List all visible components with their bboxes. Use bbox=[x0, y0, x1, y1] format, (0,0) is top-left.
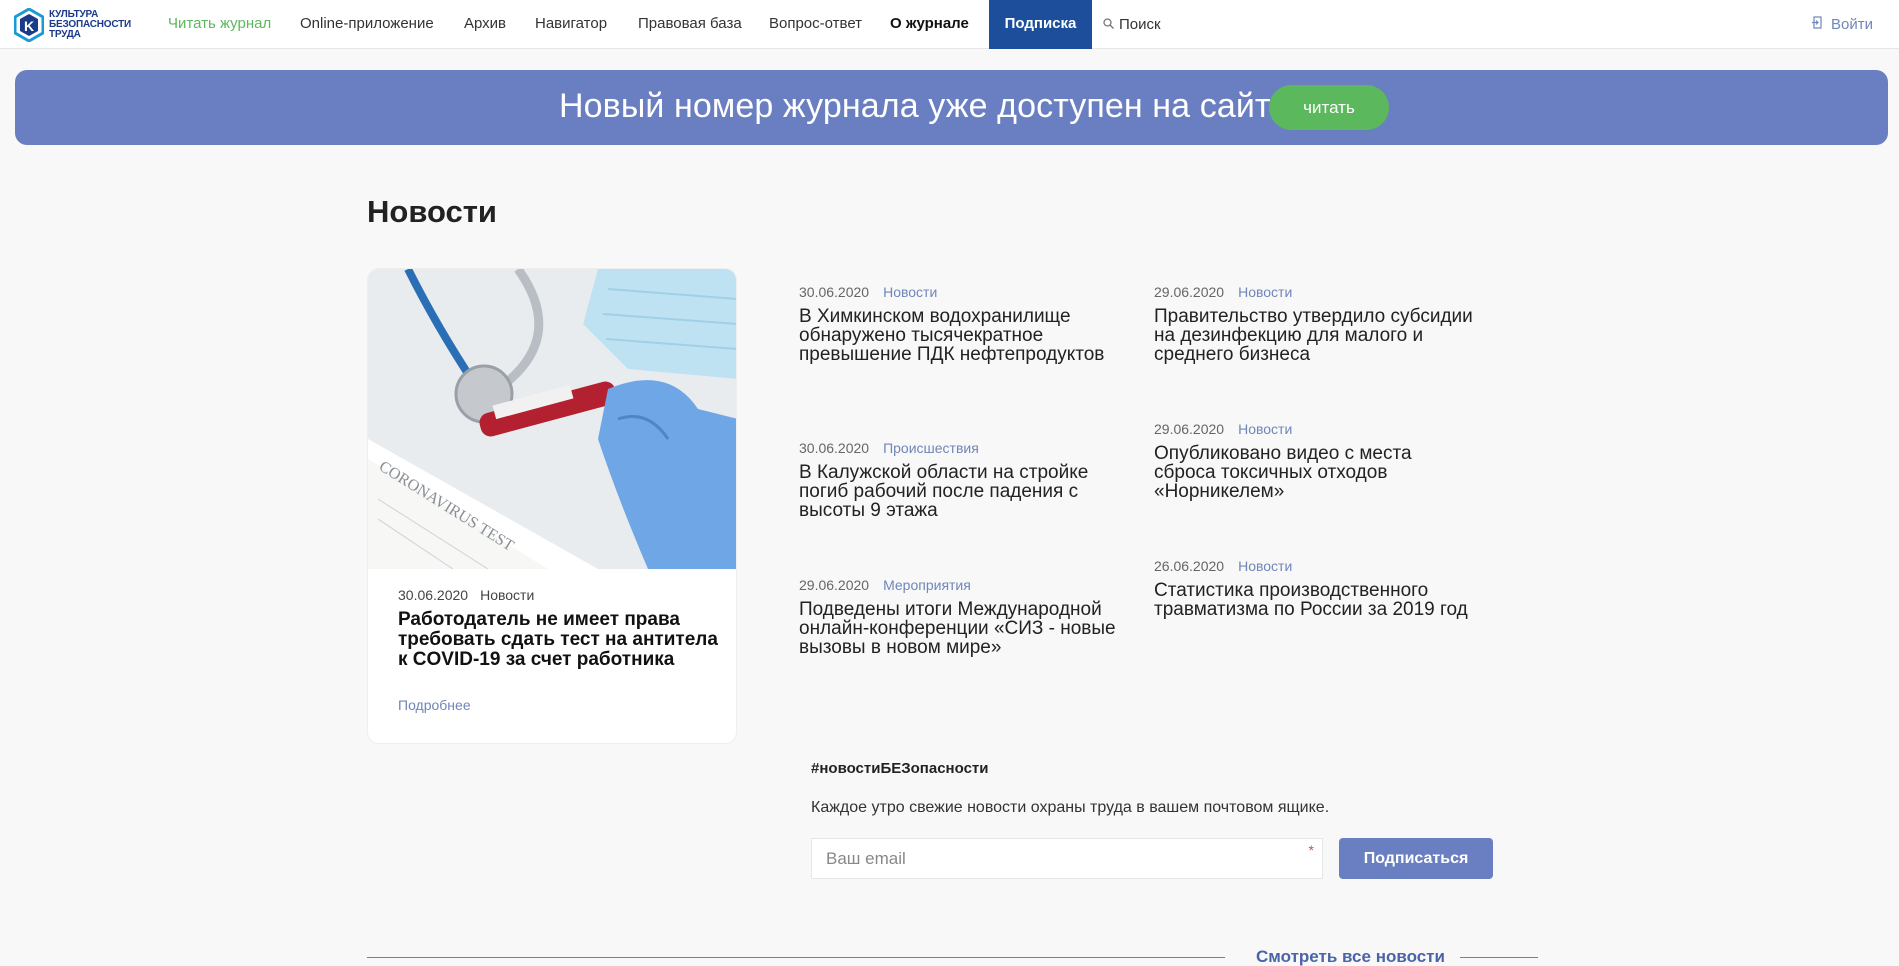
news-date: 29.06.2020 bbox=[1154, 421, 1225, 437]
new-issue-banner: Новый номер журнала уже доступен на сайт… bbox=[15, 70, 1888, 145]
news-category[interactable]: Новости bbox=[1238, 421, 1292, 437]
news-title[interactable]: Правительство утвердило субсидии на дези… bbox=[1154, 307, 1474, 364]
required-mark: * bbox=[1308, 842, 1314, 858]
featured-news-category[interactable]: Новости bbox=[480, 587, 534, 603]
featured-news-title[interactable]: Работодатель не имеет права требовать сд… bbox=[398, 610, 718, 670]
logo-icon: K bbox=[13, 7, 45, 43]
nav-about[interactable]: О журнале bbox=[890, 0, 969, 49]
news-title[interactable]: Опубликовано видео с места сброса токсич… bbox=[1154, 444, 1474, 501]
search-icon bbox=[1103, 1, 1114, 49]
login-icon bbox=[1812, 1, 1823, 49]
featured-news-meta: 30.06.2020 Новости bbox=[398, 587, 534, 603]
nav-online-app[interactable]: Online-приложение bbox=[300, 0, 434, 49]
news-item[interactable]: 29.06.2020 Новости Опубликовано видео с м… bbox=[1154, 421, 1474, 501]
newsletter-hashtag: #новостиБЕЗопасности bbox=[811, 760, 989, 777]
featured-news-image: CORONAVIRUS TEST bbox=[368, 269, 736, 569]
news-title[interactable]: Статистика производственного травматизма… bbox=[1154, 581, 1474, 619]
news-item[interactable]: 29.06.2020 Новости Правительство утвердил… bbox=[1154, 284, 1474, 364]
divider-line bbox=[367, 957, 1225, 958]
news-date: 29.06.2020 bbox=[799, 577, 870, 593]
news-item[interactable]: 29.06.2020 Мероприятия Подведены итоги Ме… bbox=[799, 577, 1119, 657]
nav-navigator[interactable]: Навигатор bbox=[535, 0, 607, 49]
nav-search[interactable]: Поиск bbox=[1103, 0, 1161, 49]
all-news-link[interactable]: Смотреть все новости bbox=[1256, 947, 1445, 966]
subscribe-button[interactable]: Подписаться bbox=[1339, 838, 1493, 879]
news-title[interactable]: В Калужской области на стройке погиб раб… bbox=[799, 463, 1119, 520]
news-category[interactable]: Новости bbox=[1238, 558, 1292, 574]
banner-read-button[interactable]: читать bbox=[1269, 85, 1389, 130]
news-item[interactable]: 30.06.2020 Новости В Химкинском водохрани… bbox=[799, 284, 1119, 364]
nav-archive[interactable]: Архив bbox=[464, 0, 506, 49]
nav-read-journal[interactable]: Читать журнал bbox=[168, 0, 271, 49]
login-label: Войти bbox=[1831, 15, 1873, 33]
nav-legal-base[interactable]: Правовая база bbox=[638, 0, 742, 49]
login-link[interactable]: Войти bbox=[1812, 0, 1873, 49]
site-logo[interactable]: K КУЛЬТУРА БЕЗОПАСНОСТИ ТРУДА bbox=[13, 6, 144, 44]
news-item[interactable]: 30.06.2020 Происшествия В Калужской облас… bbox=[799, 440, 1119, 520]
top-navigation: K КУЛЬТУРА БЕЗОПАСНОСТИ ТРУДА Читать жур… bbox=[0, 0, 1899, 49]
news-category[interactable]: Новости bbox=[1238, 284, 1292, 300]
news-date: 29.06.2020 bbox=[1154, 284, 1225, 300]
news-date: 26.06.2020 bbox=[1154, 558, 1225, 574]
news-title[interactable]: Подведены итоги Международной онлайн-кон… bbox=[799, 600, 1119, 657]
news-category[interactable]: Новости bbox=[883, 284, 937, 300]
newsletter-description: Каждое утро свежие новости охраны труда … bbox=[811, 799, 1330, 816]
email-field[interactable]: Ваш email * bbox=[811, 838, 1323, 879]
email-placeholder: Ваш email bbox=[826, 849, 906, 868]
featured-news-card[interactable]: CORONAVIRUS TEST 30.06.2020 Новости Рабо… bbox=[367, 268, 737, 744]
featured-news-date: 30.06.2020 bbox=[398, 587, 469, 603]
svg-text:K: K bbox=[24, 18, 34, 34]
news-category[interactable]: Происшествия bbox=[883, 440, 979, 456]
divider-line bbox=[1460, 957, 1538, 958]
search-label: Поиск bbox=[1119, 15, 1161, 33]
news-item[interactable]: 26.06.2020 Новости Статистика производств… bbox=[1154, 558, 1474, 619]
featured-news-more-link[interactable]: Подробнее bbox=[398, 697, 471, 713]
logo-text: КУЛЬТУРА БЕЗОПАСНОСТИ ТРУДА bbox=[49, 9, 132, 40]
news-section-title: Новости bbox=[367, 194, 497, 229]
banner-text: Новый номер журнала уже доступен на сайт… bbox=[559, 87, 1299, 125]
news-date: 30.06.2020 bbox=[799, 284, 870, 300]
news-category[interactable]: Мероприятия bbox=[883, 577, 971, 593]
nav-subscription[interactable]: Подписка bbox=[989, 0, 1092, 49]
news-date: 30.06.2020 bbox=[799, 440, 870, 456]
nav-qa[interactable]: Вопрос-ответ bbox=[769, 0, 862, 49]
news-title[interactable]: В Химкинском водохранилище обнаружено ты… bbox=[799, 307, 1119, 364]
